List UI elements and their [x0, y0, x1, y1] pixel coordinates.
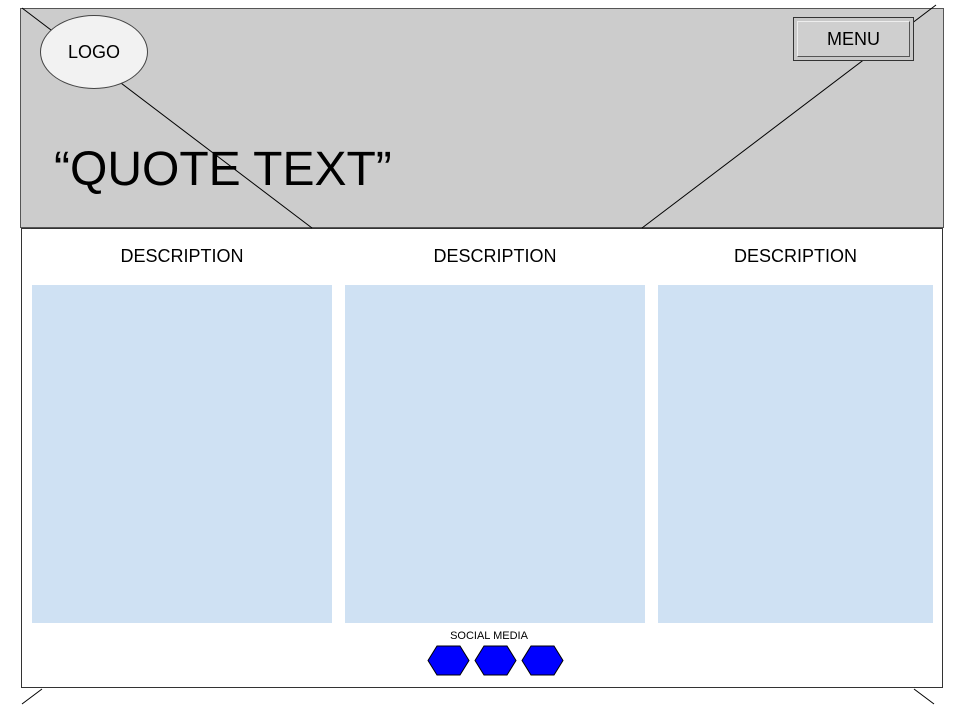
description-title-1: DESCRIPTION — [120, 246, 244, 266]
description-image-1 — [32, 285, 332, 623]
logo-text: LOGO — [67, 41, 120, 62]
social-media-label: SOCIAL MEDIA — [450, 630, 528, 642]
description-image-3 — [658, 285, 933, 623]
description-title-2: DESCRIPTION — [433, 246, 557, 266]
quote-text: “QUOTE TEXT” — [54, 143, 392, 196]
social-icon-1[interactable] — [427, 645, 470, 676]
description-image-2 — [345, 285, 645, 623]
menu-button-face: MENU — [797, 21, 910, 57]
description-title-3: DESCRIPTION — [733, 246, 857, 266]
menu-button[interactable]: MENU — [793, 17, 914, 61]
social-media-icons — [426, 645, 566, 677]
social-icon-2[interactable] — [474, 645, 517, 676]
social-icon-3[interactable] — [521, 645, 564, 676]
logo[interactable]: LOGO — [40, 15, 148, 89]
menu-button-label: MENU — [827, 29, 880, 49]
